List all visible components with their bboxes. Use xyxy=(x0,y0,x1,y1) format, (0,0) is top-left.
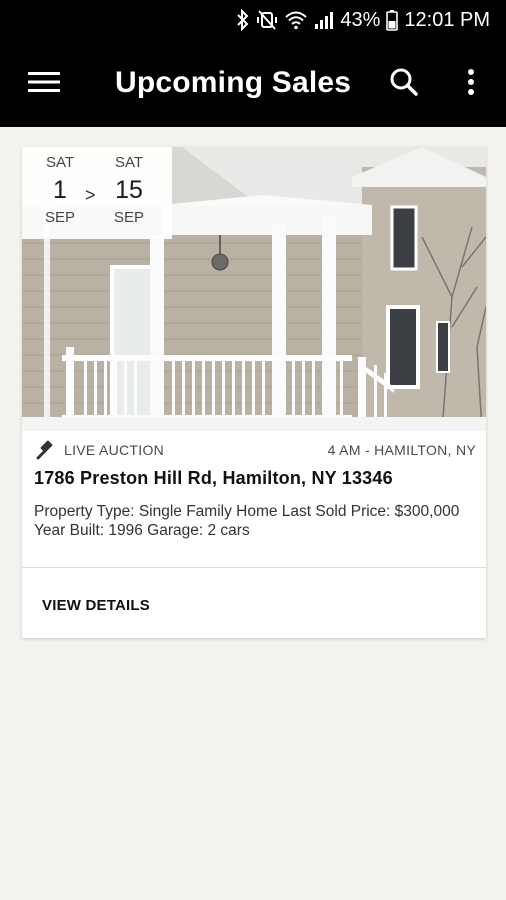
sale-meta-row: LIVE AUCTION 4 AM - HAMILTON, NY xyxy=(36,440,476,460)
end-day: 15 xyxy=(115,176,143,204)
gavel-icon xyxy=(36,440,56,460)
battery-percent: 43% xyxy=(340,8,381,31)
listing-card[interactable]: SAT 1 SEP > SAT 15 SEP LIVE AUCTION 4 AM… xyxy=(22,147,486,638)
more-vert-icon xyxy=(467,68,475,101)
app-bar: Upcoming Sales xyxy=(0,40,506,127)
signal-icon xyxy=(314,8,334,32)
sale-time-location: 4 AM - HAMILTON, NY xyxy=(327,442,476,458)
wifi-icon xyxy=(284,8,308,32)
sale-type: LIVE AUCTION xyxy=(64,442,165,458)
property-description: Property Type: Single Family Home Last S… xyxy=(34,503,460,539)
view-details-button[interactable]: VIEW DETAILS xyxy=(42,597,150,614)
end-date: SAT 15 SEP xyxy=(104,153,154,229)
property-address: 1786 Preston Hill Rd, Hamilton, NY 13346 xyxy=(34,468,393,488)
battery-icon xyxy=(386,8,399,32)
start-date: SAT 1 SEP xyxy=(35,153,85,229)
property-photo[interactable]: SAT 1 SEP > SAT 15 SEP xyxy=(22,147,486,431)
date-separator: > xyxy=(85,185,96,205)
start-day: 1 xyxy=(53,176,67,204)
status-bar: 43% 12:01 PM xyxy=(0,0,506,40)
page-title: Upcoming Sales xyxy=(115,66,352,99)
more-options-button[interactable] xyxy=(447,60,495,108)
search-button[interactable] xyxy=(380,60,428,108)
start-day-of-week: SAT xyxy=(45,154,75,171)
end-day-of-week: SAT xyxy=(114,154,144,171)
menu-button[interactable] xyxy=(20,60,68,108)
start-month: SEP xyxy=(44,209,75,226)
bluetooth-icon xyxy=(236,8,250,32)
date-range-badge: SAT 1 SEP > SAT 15 SEP xyxy=(22,147,172,239)
card-divider xyxy=(22,567,486,568)
menu-icon xyxy=(28,70,60,99)
search-icon xyxy=(389,67,419,102)
vibrate-mute-icon xyxy=(256,8,278,32)
end-month: SEP xyxy=(113,209,144,226)
clock: 12:01 PM xyxy=(404,8,490,31)
